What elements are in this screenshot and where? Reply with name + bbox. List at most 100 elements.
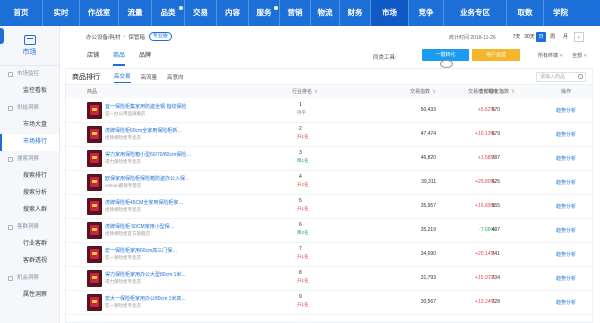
industry-rank: 2 [299,126,302,132]
nav-item-warroom[interactable]: 作战室 [80,0,118,26]
nav-item-trade[interactable]: 交易 [185,0,216,26]
trade-index: 50,433 [420,107,436,113]
nav-item-category[interactable]: 品类 [152,0,184,26]
chevron-right-icon: › [123,33,126,40]
sidebar-group-opportunity[interactable]: 机会洞察 [0,270,59,287]
sub-tab-bar: 店铺 商品 品牌 同类工具: 一键转化 用户运营 所有终端 ▾ 全部 ▾ [60,48,600,68]
nav-item-competition[interactable]: 竞争 [409,0,443,26]
rank-change: 升1名 [297,134,309,139]
product-search-input[interactable]: 请输入商品 [536,72,586,82]
group-icon [8,72,13,77]
sidebar-item-industry-crowd[interactable]: 行业客群 [0,236,59,253]
terminal-dropdown[interactable]: 所有终端 ▾ [538,52,563,59]
col-trade-index[interactable]: 交易指数 ⇅ [410,88,436,95]
sidebar-group-search[interactable]: 搜索洞察 [0,151,59,168]
sidebar-item-attribute-insight[interactable]: 属性洞察 [0,287,59,304]
scope-dropdown[interactable]: 全部 ▾ [572,52,587,59]
tab-high-traffic[interactable]: 高流量 [141,71,158,83]
product-name-link[interactable]: 得力保险柜家用办公大型80cm 1米… [105,271,193,278]
product-name-link[interactable]: 宏大一保险柜家用办公80cm 1米高… [105,295,193,302]
nav-item-realtime[interactable]: 实时 [43,0,79,26]
product-thumbnail[interactable] [87,222,102,239]
convert-button[interactable]: 一键转化 [422,49,469,68]
group-icon [8,276,13,281]
shop-name: 得力保险柜专卖店 [105,279,141,284]
tab-high-trade[interactable]: 高交易 [114,70,131,83]
nav-item-home[interactable]: 首页 [0,0,42,26]
sidebar-group-supply[interactable]: 供给洞察 [0,100,59,117]
table-row: 欧保家用保险柜保险箱防盗办公入保… ombao都保专营店 4 升2名 39,311 +29… [66,171,592,195]
sidebar-item-search-crowd[interactable]: 搜索人群 [0,202,59,219]
trend-analysis-link[interactable]: 趋势分析 [556,155,576,162]
tab-product[interactable]: 商品 [113,51,126,66]
sidebar-item-monitor-board[interactable]: 监控看板 [0,83,59,100]
pay-conversion-index: 487 [491,227,500,233]
trend-analysis-link[interactable]: 趋势分析 [556,251,576,258]
product-name-link[interactable]: 宜一保险柜集家用防盗全钢 指纹保险 [105,103,193,110]
shop-name: 宏一保险柜专卖店 [105,303,141,308]
industry-rank: 6 [299,222,302,228]
trend-analysis-link[interactable]: 趋势分析 [556,203,576,210]
period-day[interactable]: 日 [536,32,546,42]
nav-item-service[interactable]: 服务 [249,0,279,26]
product-name-link[interactable]: 得力家用保险箱小型60/70/80cm保险… [105,151,193,158]
product-name-link[interactable]: 虎牌保险柜 60CM家用小型保… [105,223,193,230]
product-thumbnail[interactable] [87,246,102,263]
period-month[interactable]: 月 [559,32,572,42]
table-row: 宏一保险柜家用60cm高三门保… 宏一保险柜专卖店 7 升1名 34,690 +20.14… [66,243,592,267]
sidebar-group-monitor[interactable]: 市场监控 [0,66,59,83]
card-header: 商品排行 高交易 高流量 高意向 请输入商品 [66,69,592,85]
product-thumbnail[interactable] [87,174,102,191]
product-name-link[interactable]: 宏一保险柜家用60cm高三门保… [105,247,193,254]
nav-item-logistics[interactable]: 物流 [311,0,339,26]
col-pay-conversion[interactable]: 支付转化指数 ⇅ [479,88,515,95]
trend-analysis-link[interactable]: 趋势分析 [556,227,576,234]
pay-conversion-index: 625 [491,179,500,185]
nav-item-finance[interactable]: 财务 [340,0,370,26]
nav-item-fetch-data[interactable]: 取数 [507,0,543,26]
tab-shop[interactable]: 店铺 [87,51,99,66]
pay-conversion-index: 741 [491,251,500,257]
period-7d[interactable]: 7天 [510,32,523,42]
sidebar-item-market-overview[interactable]: 市场大盘 [0,117,59,134]
product-thumbnail[interactable] [87,126,102,143]
trend-analysis-link[interactable]: 趋势分析 [556,107,576,114]
nav-item-content[interactable]: 内容 [217,0,248,26]
product-thumbnail[interactable] [87,270,102,287]
sidebar-group-crowd[interactable]: 客群洞察 [0,219,59,236]
nav-item-traffic[interactable]: 流量 [119,0,151,26]
product-thumbnail[interactable] [87,102,102,119]
nav-item-marketing[interactable]: 营销 [280,0,310,26]
prev-period-icon[interactable]: < [574,32,584,42]
product-name-link[interactable]: 虎牌保险柜45CM全家用保险柜家… [105,199,193,206]
nav-item-market[interactable]: 市场 [371,0,408,26]
col-industry-rank[interactable]: 行业排名 ⇅ [292,88,318,95]
tools-label: 同类工具: [373,55,397,61]
trend-analysis-link[interactable]: 趋势分析 [556,179,576,186]
sidebar-collapse-handle[interactable] [0,28,4,44]
table-row: 虎牌保险柜60cm全家用保险柜新… 虎牌保险柜专卖店 2 升1名 47,474 +10.1… [66,123,592,147]
product-name-link[interactable]: 欧保家用保险柜保险箱防盗办公入保… [105,175,193,182]
tab-brand[interactable]: 品牌 [139,51,151,66]
trend-analysis-link[interactable]: 趋势分析 [556,131,576,138]
sidebar-item-market-rank[interactable]: 市场排行 [0,134,59,151]
sidebar-item-search-rank[interactable]: 搜索排行 [0,168,59,185]
product-thumbnail[interactable] [87,150,102,167]
sidebar-item-search-analysis[interactable]: 搜索分析 [0,185,59,202]
trade-index: 31,793 [420,275,436,281]
user-ops-button[interactable]: 用户运营 [472,49,520,61]
period-30d[interactable]: 30天 [523,32,536,42]
product-thumbnail[interactable] [87,294,102,311]
trend-analysis-link[interactable]: 趋势分析 [556,275,576,282]
nav-item-academy[interactable]: 学院 [544,0,577,26]
period-week[interactable]: 周 [546,32,559,42]
nav-item-business-zone[interactable]: 业务专区 [444,0,506,26]
trend-analysis-link[interactable]: 趋势分析 [556,299,576,306]
category-selector[interactable]: 办公设备/耗材 › 保管箱 专业版 [86,32,172,41]
product-name-link[interactable]: 虎牌保险柜60cm全家用保险柜新… [105,127,193,134]
group-icon [8,106,13,111]
sidebar-item-crowd-perspective[interactable]: 客群透视 [0,253,59,270]
tab-high-intent[interactable]: 高意向 [167,71,184,83]
product-thumbnail[interactable] [87,198,102,215]
shop-name: 宜一办公用品旗舰店 [105,111,146,116]
